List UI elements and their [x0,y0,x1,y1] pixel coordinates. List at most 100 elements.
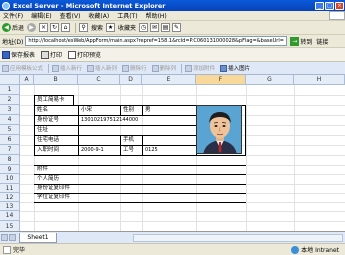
maximize-button[interactable]: □ [325,1,334,10]
id-label[interactable]: 身份证号 [36,116,59,125]
name-label[interactable]: 姓名 [36,106,48,115]
menu-edit[interactable]: 编辑(E) [31,11,51,20]
prev-sheet-arrow-icon[interactable] [9,234,16,241]
row-header-8[interactable]: 8 [0,155,20,165]
row-header-12[interactable]: 12 [0,193,20,202]
address-bar: 地址(D) http://localhost/esWeb/AppForm/mai… [0,35,345,48]
delete-row-icon [122,64,130,72]
tab-sheet1[interactable]: Sheet1 [19,232,57,243]
menu-tools[interactable]: 工具(T) [117,11,137,20]
delete-row-button[interactable]: 删除行 [122,64,147,72]
row-header-11[interactable]: 11 [0,184,20,193]
mail-icon[interactable]: ✉ [150,23,160,32]
menu-favorites[interactable]: 收藏(A) [88,11,109,20]
column-header-b[interactable]: B [34,75,78,85]
row-header-13[interactable]: 13 [0,202,20,211]
hire-date-label[interactable]: 入职时间 [36,146,59,155]
employee-number-value[interactable]: 0125 [144,146,158,155]
gender-label[interactable]: 性别 [122,106,134,115]
employee-photo[interactable] [196,105,242,154]
column-header-d[interactable]: D [120,75,142,85]
save-report-button[interactable]: 保存报表 [2,50,35,59]
address-input[interactable]: http://localhost/esWeb/AppForm/main.aspx… [25,36,288,46]
card-title[interactable]: 员工简易卡 [36,96,65,105]
links-button[interactable]: 链接 [316,37,328,46]
column-header-f[interactable]: F [196,75,246,85]
insert-image-button[interactable]: 插入图片 [220,64,250,72]
home-icon[interactable]: ⌂ [61,23,71,32]
apply-template-formula-button[interactable]: 应用模板公式 [2,64,43,72]
grid-line [294,85,295,231]
row-header-14[interactable]: 14 [0,211,20,221]
row-header-4[interactable]: 4 [0,115,20,125]
spreadsheet-grid[interactable]: A B C D E F G H 1 2 3 4 5 6 7 8 9 10 11 … [0,75,345,232]
edit-icon[interactable]: ✎ [172,23,182,32]
print-label: 打印 [50,52,63,59]
window-title: Excel Server - Microsoft Internet Explor… [13,1,166,10]
attachments-label[interactable]: 附件 [36,165,48,174]
portrait-image [197,106,241,153]
employee-number-label[interactable]: 工号 [122,146,134,155]
forward-button[interactable]: ▶ [27,23,37,32]
sheet-toolbar: 应用模板公式 插入新行 插入新列 删除行 删除列 添加附件 插入图片 [0,62,345,75]
column-header-a[interactable]: A [20,75,34,85]
row-header-7[interactable]: 7 [0,145,20,155]
history-icon[interactable]: ◷ [139,23,149,32]
attachment-id-copy[interactable]: 身份证复印件 [36,184,70,193]
row-header-1[interactable]: 1 [0,85,20,95]
gender-value[interactable]: 男 [144,106,151,115]
search-label: 搜索 [91,25,104,32]
print-icon[interactable]: ▤ [161,23,171,32]
column-header-e[interactable]: E [142,75,196,85]
save-icon [2,50,10,59]
back-button[interactable]: ◀ 后退 [2,23,24,32]
stop-icon[interactable]: × [39,23,49,32]
go-button[interactable]: → 转到 [290,36,312,46]
delete-column-button[interactable]: 删除列 [151,64,176,72]
formula-icon [2,64,9,72]
address-label[interactable]: 住址 [36,126,48,135]
row-header-6[interactable]: 6 [0,135,20,145]
print-preview-button[interactable]: 打印预览 [68,50,101,59]
column-header-c[interactable]: C [78,75,120,85]
row-header-5[interactable]: 5 [0,125,20,135]
name-value[interactable]: 小宋 [80,106,92,115]
row-header-15[interactable]: 15 [0,221,20,231]
menu-file[interactable]: 文件(F) [3,11,23,20]
menu-help[interactable]: 帮助(H) [146,11,167,20]
back-arrow-icon: ◀ [2,23,11,32]
row-header-10[interactable]: 10 [0,174,20,184]
home-phone-label[interactable]: 住宅电话 [36,136,59,145]
search-button[interactable]: ⚲ 搜索 [79,23,103,32]
id-value[interactable]: 130102197512144000 [80,116,138,125]
select-all-corner[interactable] [0,75,20,85]
insert-column-button[interactable]: 插入新列 [87,64,117,72]
back-label: 后退 [12,25,25,32]
insert-image-label: 插入图片 [228,66,251,72]
row-header-3[interactable]: 3 [0,105,20,115]
close-button[interactable]: × [335,1,344,10]
toolbar-separator [181,63,183,73]
first-sheet-arrow-icon[interactable] [1,234,8,241]
card-column-line [120,105,121,115]
add-attachment-button[interactable]: 添加附件 [185,64,215,72]
refresh-icon[interactable]: ↻ [50,23,60,32]
row-header-2[interactable]: 2 [0,95,20,105]
apply-template-formula-label: 应用模板公式 [10,66,44,72]
print-preview-label: 打印预览 [77,52,102,59]
mobile-label[interactable]: 手机 [122,136,134,145]
minimize-button[interactable]: _ [315,1,324,10]
column-header-g[interactable]: G [246,75,294,85]
column-header-h[interactable]: H [294,75,345,85]
image-icon [220,64,228,72]
insert-column-label: 插入新列 [95,66,118,72]
hire-date-value[interactable]: 2000-9-1 [80,146,104,155]
menu-view[interactable]: 查看(V) [60,11,81,20]
insert-row-button[interactable]: 插入新行 [52,64,82,72]
horizontal-scrollbar[interactable] [133,233,343,242]
favorites-button[interactable]: ★ 收藏夹 [106,23,136,32]
row-header-9[interactable]: 9 [0,165,20,174]
attachment-degree-copy[interactable]: 学位证复印件 [36,193,70,202]
print-button[interactable]: 打印 [41,50,62,59]
attachment-resume[interactable]: 个人简历 [36,175,59,184]
